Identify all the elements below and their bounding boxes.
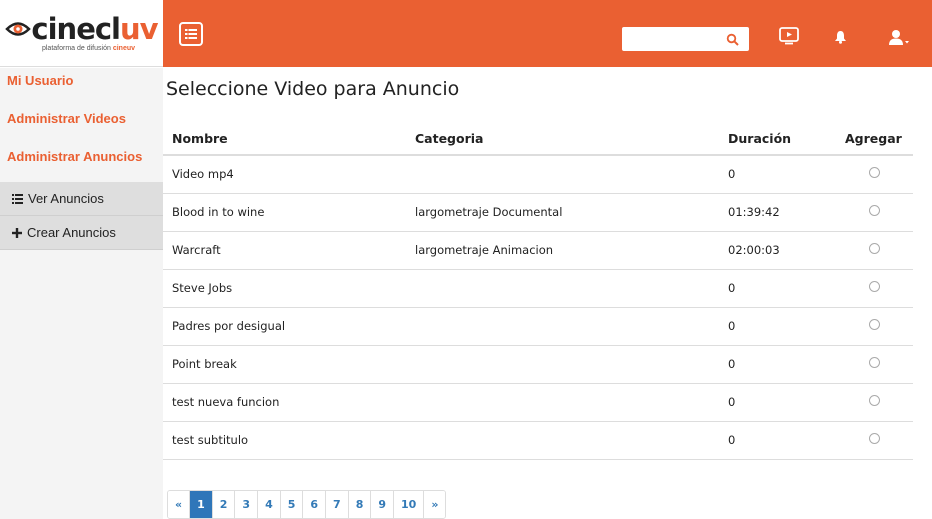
video-duration: 0 [719, 345, 836, 384]
video-category: largometraje Documental [406, 193, 719, 232]
video-name: Point break [163, 345, 406, 384]
video-name: Steve Jobs [163, 269, 406, 308]
add-radio[interactable] [869, 167, 880, 179]
sidebar-link-administrar-videos[interactable]: Administrar Videos [0, 106, 163, 144]
logo-eye-icon [5, 22, 32, 36]
plus-icon [12, 227, 22, 238]
table-row[interactable]: Point break 0 [163, 345, 913, 384]
column-header-categoria: Categoria [406, 123, 719, 156]
sidebar-link-administrar-anuncios[interactable]: Administrar Anuncios [0, 144, 163, 182]
video-name: Blood in to wine [163, 193, 406, 232]
brand-name: cinecl [31, 12, 121, 46]
column-header-nombre: Nombre [163, 123, 406, 156]
pagination-page-5[interactable]: 5 [280, 491, 304, 518]
video-duration: 02:00:03 [719, 231, 836, 270]
pagination-page-10[interactable]: 10 [394, 491, 425, 518]
brand-name-accent: uv [120, 12, 159, 46]
video-duration: 0 [719, 307, 836, 346]
pagination-prev-button[interactable]: « [168, 491, 191, 518]
column-header-agregar: Agregar [836, 123, 913, 156]
add-radio[interactable] [869, 319, 880, 330]
pagination-page-7[interactable]: 7 [326, 491, 349, 518]
video-name: Warcraft [163, 231, 406, 270]
pagination-page-8[interactable]: 8 [348, 491, 372, 518]
table-row[interactable]: Blood in to wine largometraje Documental 0… [163, 193, 913, 232]
list-icon [12, 193, 23, 204]
pagination-page-2[interactable]: 2 [212, 491, 236, 518]
video-name: test subtitulo [163, 421, 406, 460]
pagination-page-6[interactable]: 6 [303, 491, 327, 518]
table-row[interactable]: Warcraft largometraje Animacion 02:00:03 [163, 231, 913, 270]
video-category [406, 345, 719, 384]
top-navbar [163, 0, 932, 67]
bell-icon[interactable] [834, 30, 847, 44]
pagination-page-9[interactable]: 9 [371, 491, 395, 518]
table-row[interactable]: Video mp4 0 [163, 155, 913, 194]
tv-icon[interactable] [779, 27, 799, 45]
video-category: largometraje Animacion [406, 231, 719, 270]
table-row[interactable]: Padres por desigual 0 [163, 307, 913, 346]
user-icon[interactable] [889, 29, 910, 46]
column-header-duracion: Duración [719, 123, 836, 156]
video-duration: 0 [719, 269, 836, 308]
add-radio[interactable] [869, 395, 880, 406]
brand-tagline: plataforma de difusión cineuv [41, 45, 136, 52]
pagination-page-1[interactable]: 1 [190, 491, 213, 518]
sidebar-link-mi-usuario[interactable]: Mi Usuario [0, 68, 163, 106]
sidebar-item-ver-anuncios[interactable]: Ver Anuncios [0, 182, 163, 216]
sidebar-item-label: Crear Anuncios [27, 225, 116, 240]
sidebar-item-crear-anuncios[interactable]: Crear Anuncios [0, 216, 163, 250]
video-name: Video mp4 [163, 155, 406, 194]
main-content: Seleccione Video para Anuncio Nombre Cat… [163, 68, 932, 519]
add-radio[interactable] [869, 281, 880, 292]
video-duration: 0 [719, 155, 836, 194]
pagination: « 1 2 3 4 5 6 7 8 9 10 » [167, 490, 447, 519]
video-category [406, 307, 719, 346]
video-name: Padres por desigual [163, 307, 406, 346]
menu-icon [185, 29, 197, 39]
video-duration: 01:39:42 [719, 193, 836, 232]
video-category [406, 421, 719, 460]
video-name: test nueva funcion [163, 383, 406, 422]
brand-logo[interactable]: cinecl uv plataforma de difusión cineuv [0, 0, 163, 67]
pagination-page-3[interactable]: 3 [235, 491, 259, 518]
video-duration: 0 [719, 421, 836, 460]
video-category [406, 383, 719, 422]
page-title: Seleccione Video para Anuncio [166, 78, 460, 100]
add-radio[interactable] [869, 357, 880, 368]
add-radio[interactable] [869, 433, 880, 444]
videos-table: Nombre Categoria Duración Agregar Video … [163, 123, 913, 460]
pagination-page-4[interactable]: 4 [258, 491, 281, 518]
table-row[interactable]: Steve Jobs 0 [163, 269, 913, 308]
add-radio[interactable] [869, 243, 880, 254]
add-radio[interactable] [869, 205, 880, 216]
table-header-row: Nombre Categoria Duración Agregar [163, 123, 913, 156]
video-category [406, 155, 719, 194]
table-row[interactable]: test subtitulo 0 [163, 421, 913, 460]
table-row[interactable]: test nueva funcion 0 [163, 383, 913, 422]
sidebar-item-label: Ver Anuncios [28, 191, 104, 206]
video-duration: 0 [719, 383, 836, 422]
menu-toggle-button[interactable] [179, 22, 203, 46]
sidebar: Mi Usuario Administrar Videos Administra… [0, 68, 163, 519]
search-icon[interactable] [726, 33, 739, 46]
video-category [406, 269, 719, 308]
pagination-next-button[interactable]: » [424, 491, 446, 518]
